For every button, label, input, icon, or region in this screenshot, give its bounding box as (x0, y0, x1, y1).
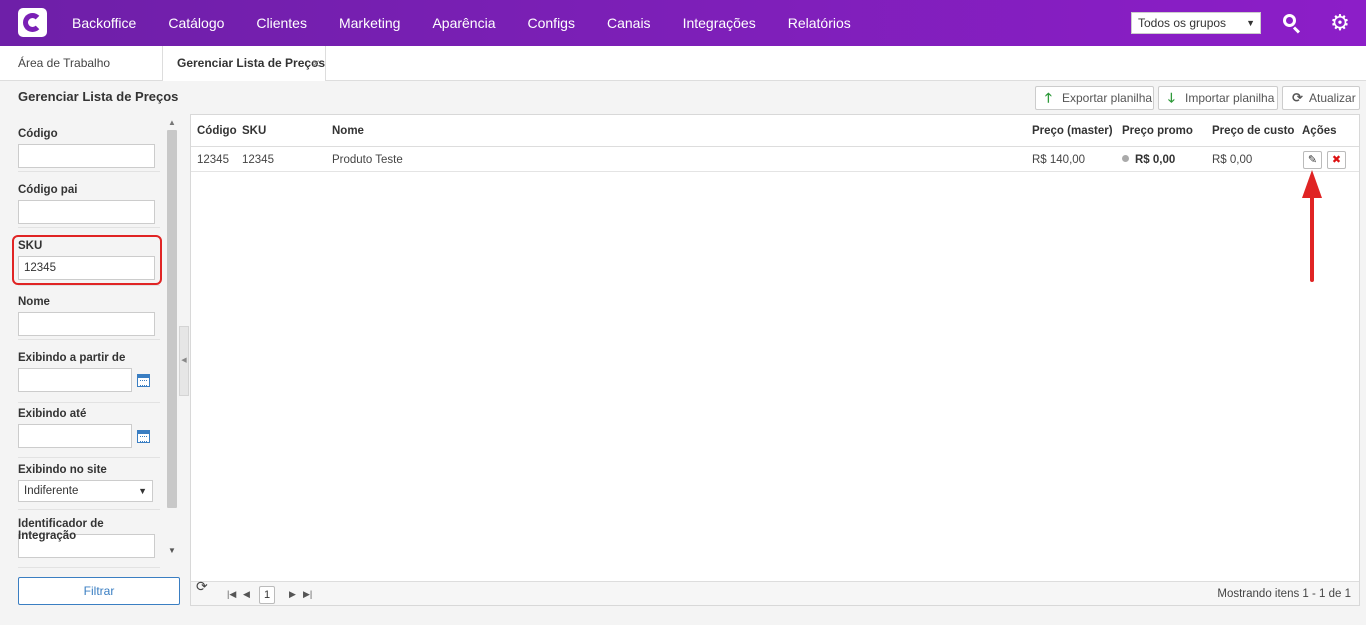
app-logo[interactable] (18, 8, 47, 37)
nav-item-relatorios[interactable]: Relatórios (772, 0, 867, 46)
codigo-input[interactable] (18, 144, 155, 168)
cell-sku: 12345 (242, 154, 274, 166)
filter-panel: Código Código pai SKU 12345 Nome Exibind… (0, 114, 178, 570)
scroll-down-icon[interactable]: ▼ (168, 546, 176, 555)
nav-item-canais[interactable]: Canais (591, 0, 667, 46)
site-visibility-select[interactable]: Indiferente ▼ (18, 480, 153, 502)
nav-item-catalogo[interactable]: Catálogo (152, 0, 240, 46)
column-header-sku[interactable]: SKU (242, 115, 266, 147)
nav-item-integracoes[interactable]: Integrações (667, 0, 772, 46)
codigo-pai-input[interactable] (18, 200, 155, 224)
filter-label: Exibindo a partir de (18, 352, 126, 364)
import-spreadsheet-button[interactable]: 🡓 Importar planilha (1158, 86, 1278, 110)
cell-preco-master: R$ 140,00 (1032, 154, 1086, 166)
collapse-panel-handle[interactable]: ◀ (179, 326, 189, 396)
cell-preco-custo: R$ 0,00 (1212, 154, 1253, 166)
group-select-value: Todos os grupos (1138, 16, 1227, 30)
chevron-down-icon: ▼ (138, 486, 147, 496)
scroll-up-icon[interactable]: ▲ (168, 118, 176, 127)
next-page-icon[interactable]: ▶ (289, 582, 296, 606)
prev-page-icon[interactable]: ◀ (243, 582, 250, 606)
nome-input[interactable] (18, 312, 155, 336)
chevron-down-icon: ▼ (1246, 18, 1255, 28)
filter-button[interactable]: Filtrar (18, 577, 180, 605)
edit-button[interactable]: ✎ (1303, 151, 1322, 169)
filter-nome: Nome (18, 296, 160, 340)
pager-info: Mostrando itens 1 - 1 de 1 (1217, 588, 1351, 600)
arrow-up-icon: 🡑 (1045, 90, 1052, 105)
gear-icon[interactable]: ⚙ (1328, 11, 1352, 35)
filter-label: Código (18, 128, 58, 140)
scroll-thumb[interactable] (167, 130, 177, 508)
status-dot-icon (1122, 155, 1129, 163)
nav-item-marketing[interactable]: Marketing (323, 0, 416, 46)
page-title: Gerenciar Lista de Preços (18, 89, 179, 104)
filter-label: Código pai (18, 184, 78, 196)
sku-highlight-annotation (12, 235, 162, 285)
calendar-icon[interactable] (137, 373, 150, 387)
refresh-button[interactable]: ⟳ Atualizar (1282, 86, 1360, 110)
main-nav: Backoffice Catálogo Clientes Marketing A… (56, 0, 867, 46)
date-from-input[interactable] (18, 368, 132, 392)
refresh-icon: ⟳ (1292, 90, 1303, 105)
preco-promo-value: R$ 0,00 (1135, 154, 1176, 166)
filter-identificador-integracao: Identificador de Integração (18, 518, 160, 568)
top-navbar: Backoffice Catálogo Clientes Marketing A… (0, 0, 1366, 46)
tabs-bar: Área de Trabalho Gerenciar Lista de Preç… (0, 46, 1366, 81)
refresh-label: Atualizar (1309, 91, 1356, 105)
group-select[interactable]: Todos os grupos ▼ (1131, 12, 1261, 34)
filter-label: Identificador de Integração (18, 518, 104, 542)
calendar-icon[interactable] (137, 429, 150, 443)
column-header-acoes: Ações (1302, 125, 1337, 137)
filter-exibindo-de: Exibindo a partir de (18, 352, 160, 403)
filter-codigo-pai: Código pai (18, 184, 160, 228)
price-list-grid: Código SKU Nome Preço (master) Preço pro… (190, 114, 1360, 606)
last-page-icon[interactable]: ▶| (303, 582, 312, 606)
filter-label: Exibindo até (18, 408, 87, 420)
reload-grid-icon[interactable]: ⟳ (196, 578, 208, 595)
export-label: Exportar planilha (1062, 91, 1153, 105)
column-header-preco-custo[interactable]: Preço de custo (1212, 115, 1294, 147)
nav-item-backoffice[interactable]: Backoffice (56, 0, 152, 46)
select-value: Indiferente (24, 485, 79, 497)
current-page[interactable]: 1 (259, 586, 275, 604)
grid-header: Código SKU Nome Preço (master) Preço pro… (191, 115, 1359, 147)
import-label: Importar planilha (1185, 91, 1275, 105)
filter-codigo: Código (18, 128, 160, 172)
filter-label: Nome (18, 296, 50, 308)
grid-pager: |◀ ◀ 1 ▶ ▶| Mostrando itens 1 - 1 de 1 (191, 581, 1359, 605)
column-header-preco-promo[interactable]: Preço promo (1122, 115, 1193, 147)
export-spreadsheet-button[interactable]: 🡑 Exportar planilha (1035, 86, 1154, 110)
nav-item-configs[interactable]: Configs (512, 0, 591, 46)
cell-codigo: 12345 (197, 154, 229, 166)
delete-button[interactable]: ✖ (1327, 151, 1346, 169)
cell-nome: Produto Teste (332, 154, 403, 166)
tab-label: Gerenciar Lista de Preços (177, 56, 326, 70)
tab-gerenciar-lista-precos[interactable]: Gerenciar Lista de Preços × (162, 46, 326, 81)
cell-preco-promo: R$ 0,00 (1122, 148, 1175, 172)
first-page-icon[interactable]: |◀ (227, 582, 236, 606)
column-header-nome[interactable]: Nome (332, 115, 364, 147)
arrow-down-icon: 🡓 (1168, 90, 1175, 105)
column-header-codigo[interactable]: Código (197, 115, 237, 147)
filter-exibindo-ate: Exibindo até (18, 408, 160, 458)
nav-item-clientes[interactable]: Clientes (240, 0, 323, 46)
filter-exibindo-site: Exibindo no site Indiferente ▼ (18, 464, 160, 510)
table-row[interactable]: 12345 12345 Produto Teste R$ 140,00 R$ 0… (191, 148, 1359, 172)
filter-label: Exibindo no site (18, 464, 107, 476)
nav-item-aparencia[interactable]: Aparência (416, 0, 511, 46)
column-header-preco-master[interactable]: Preço (master) (1032, 115, 1113, 147)
filter-scrollbar[interactable]: ▲ ▼ (165, 114, 179, 562)
arrow-annotation (1302, 170, 1322, 282)
tab-area-de-trabalho[interactable]: Área de Trabalho (0, 46, 162, 81)
close-icon[interactable]: × (312, 46, 320, 80)
search-icon[interactable] (1280, 11, 1304, 35)
date-to-input[interactable] (18, 424, 132, 448)
